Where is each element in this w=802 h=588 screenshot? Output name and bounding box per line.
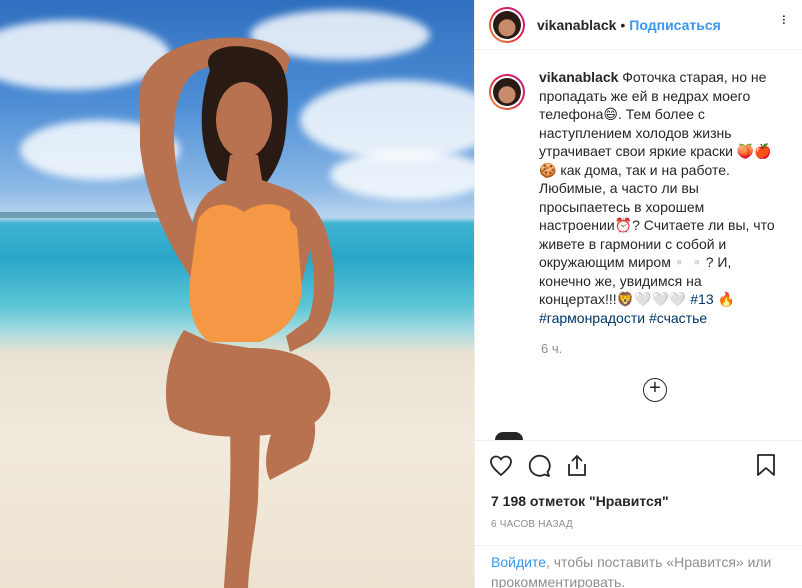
more-options-icon[interactable]: ... bbox=[779, 14, 796, 24]
heart-icon[interactable] bbox=[489, 454, 513, 478]
action-icons bbox=[475, 441, 802, 491]
posted-time: 6 ЧАСОВ НАЗАД bbox=[491, 519, 573, 530]
caption-time: 6 ч. bbox=[541, 341, 563, 356]
separator-dot: • bbox=[620, 16, 626, 33]
login-prompt: Войдите, чтобы поставить «Нравится» или … bbox=[475, 545, 802, 588]
post-header: vikanablack • Подписаться ... bbox=[475, 0, 802, 50]
bookmark-icon[interactable] bbox=[754, 453, 778, 477]
actions-panel: 7 198 отметок "Нравится" 6 ЧАСОВ НАЗАД В… bbox=[475, 440, 802, 588]
hashtag[interactable]: #13 bbox=[690, 291, 713, 307]
share-icon[interactable] bbox=[565, 454, 589, 478]
woman-figure bbox=[140, 37, 335, 588]
post-sidebar: vikanablack • Подписаться ... vikanablac… bbox=[474, 0, 802, 588]
caption-avatar[interactable] bbox=[489, 74, 525, 110]
avatar[interactable] bbox=[489, 6, 525, 43]
header-username[interactable]: vikanablack bbox=[537, 17, 616, 33]
caption: vikanablack Фоточка старая, но не пропад… bbox=[489, 68, 794, 327]
caption-username[interactable]: vikanablack bbox=[539, 69, 618, 85]
likes-count[interactable]: 7 198 отметок "Нравится" bbox=[475, 493, 802, 509]
comment-icon[interactable] bbox=[527, 454, 551, 478]
caption-body: vikanablack Фоточка старая, но не пропад… bbox=[539, 68, 779, 327]
caption-text: Фоточка старая, но не пропадать же ей в … bbox=[539, 69, 775, 307]
comments-area: vikanablack Фоточка старая, но не пропад… bbox=[489, 68, 794, 428]
plus-circle-icon[interactable]: + bbox=[643, 378, 667, 402]
hashtag[interactable]: #счастье bbox=[649, 310, 707, 326]
next-comment-avatar bbox=[495, 432, 523, 440]
login-link[interactable]: Войдите bbox=[491, 554, 546, 570]
follow-button[interactable]: Подписаться bbox=[629, 17, 721, 33]
hashtag[interactable]: #гармонрадости bbox=[539, 310, 645, 326]
flame-emoji: 🔥 bbox=[717, 291, 735, 307]
post-photo[interactable] bbox=[0, 0, 474, 588]
